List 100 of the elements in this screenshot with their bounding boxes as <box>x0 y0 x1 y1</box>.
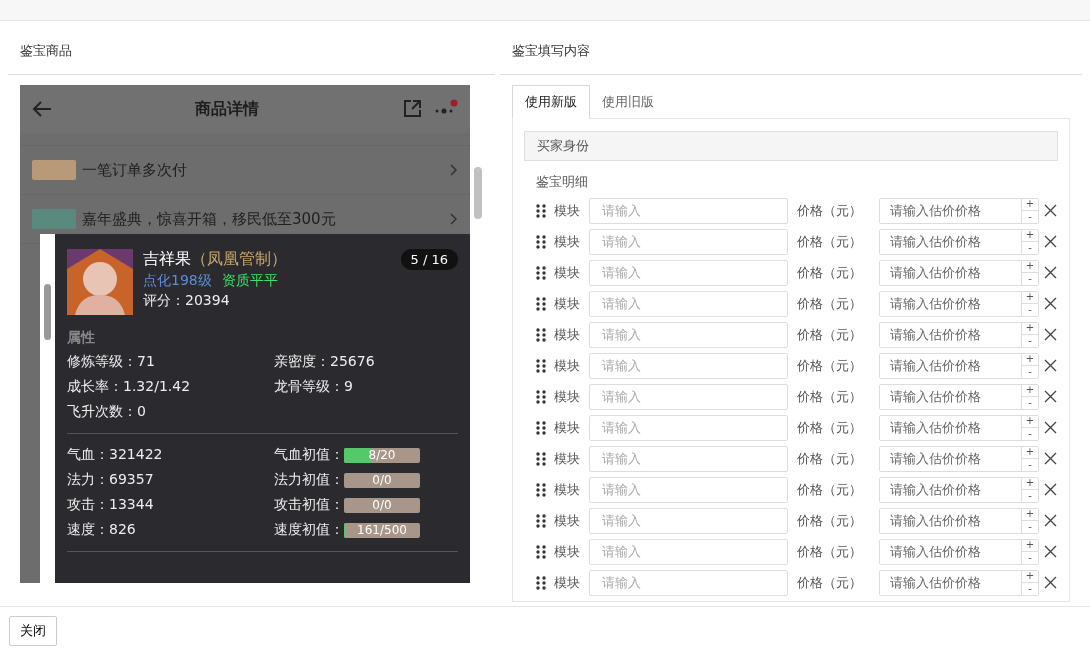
section-header: 买家身份 <box>524 131 1058 161</box>
field-label: 价格（元） <box>796 573 863 592</box>
module-input[interactable]: 请输入 <box>589 414 788 441</box>
close-icon[interactable] <box>1044 514 1057 527</box>
attribute-text: 飞升次数：0 <box>67 403 147 421</box>
price-input[interactable]: 请输入估价价格 + - <box>879 197 1039 224</box>
price-input[interactable]: 请输入估价价格 + - <box>879 259 1039 286</box>
module-input[interactable]: 请输入 <box>589 290 788 317</box>
decrement-button[interactable]: - <box>1022 551 1038 564</box>
decrement-button[interactable]: - <box>1022 210 1038 223</box>
field-label: 价格（元） <box>796 418 863 437</box>
drag-handle-icon[interactable] <box>536 482 546 497</box>
drag-handle-icon[interactable] <box>536 234 546 249</box>
drag-handle-icon[interactable] <box>536 451 546 466</box>
aptitude-bar: 0/0 <box>344 472 420 488</box>
close-icon[interactable] <box>1044 297 1057 310</box>
drag-handle-icon[interactable] <box>536 575 546 590</box>
close-button[interactable]: 关闭 <box>9 615 57 646</box>
field-label: 价格（元） <box>796 542 863 561</box>
decrement-button[interactable]: - <box>1022 582 1038 595</box>
module-input[interactable]: 请输入 <box>589 538 788 565</box>
field-label: 模块 <box>554 294 581 313</box>
price-input[interactable]: 请输入估价价格 + - <box>879 352 1039 379</box>
close-icon[interactable] <box>1044 545 1057 558</box>
drag-handle-icon[interactable] <box>536 296 546 311</box>
decrement-button[interactable]: - <box>1022 241 1038 254</box>
field-label: 模块 <box>554 511 581 530</box>
tab[interactable]: 使用新版 <box>512 85 590 119</box>
promo-text: 嘉年盛典，惊喜开箱，移民低至300元 <box>82 209 337 229</box>
field-label: 价格（元） <box>796 263 863 282</box>
decrement-button[interactable]: - <box>1022 520 1038 533</box>
module-input[interactable]: 请输入 <box>589 197 788 224</box>
share-icon <box>402 99 422 119</box>
price-input[interactable]: 请输入估价价格 + - <box>879 383 1039 410</box>
stat-text: 气血：321422 <box>67 446 164 464</box>
decrement-button[interactable]: - <box>1022 365 1038 378</box>
avatar-icon <box>67 249 133 315</box>
close-icon[interactable] <box>1044 576 1057 589</box>
drag-handle-icon[interactable] <box>536 544 546 559</box>
price-input[interactable]: 请输入估价价格 + - <box>879 507 1039 534</box>
price-input[interactable]: 请输入估价价格 + - <box>879 569 1039 596</box>
module-input[interactable]: 请输入 <box>589 569 788 596</box>
price-input[interactable]: 请输入估价价格 + - <box>879 321 1039 348</box>
stat-label: 法力初值： <box>274 471 344 489</box>
module-input[interactable]: 请输入 <box>589 445 788 472</box>
price-input[interactable]: 请输入估价价格 + - <box>879 414 1039 441</box>
module-input[interactable]: 请输入 <box>589 228 788 255</box>
field-label: 模块 <box>554 542 581 561</box>
close-icon[interactable] <box>1044 266 1057 279</box>
drag-handle-icon[interactable] <box>536 327 546 342</box>
drag-handle-icon[interactable] <box>536 203 546 218</box>
close-icon[interactable] <box>1044 421 1057 434</box>
module-input[interactable]: 请输入 <box>589 321 788 348</box>
section-label: 鉴宝明细 <box>535 173 589 191</box>
tab[interactable]: 使用旧版 <box>590 85 666 119</box>
aptitude-bar: 161/500 <box>344 522 420 538</box>
decrement-button[interactable]: - <box>1022 396 1038 409</box>
field-label: 价格（元） <box>796 325 863 344</box>
price-input[interactable]: 请输入估价价格 + - <box>879 228 1039 255</box>
field-label: 模块 <box>554 449 581 468</box>
drag-handle-icon[interactable] <box>536 420 546 435</box>
drag-handle-icon[interactable] <box>536 358 546 373</box>
module-input[interactable]: 请输入 <box>589 383 788 410</box>
price-input[interactable]: 请输入估价价格 + - <box>879 476 1039 503</box>
decrement-button[interactable]: - <box>1022 303 1038 316</box>
price-input[interactable]: 请输入估价价格 + - <box>879 538 1039 565</box>
field-label: 模块 <box>554 232 581 251</box>
score-text: 评分：20394 <box>143 292 231 310</box>
field-label: 模块 <box>554 573 581 592</box>
decrement-button[interactable]: - <box>1022 427 1038 440</box>
close-icon[interactable] <box>1044 204 1057 217</box>
aptitude-bar: 0/0 <box>344 497 420 513</box>
decrement-button[interactable]: - <box>1022 334 1038 347</box>
price-input[interactable]: 请输入估价价格 + - <box>879 445 1039 472</box>
panel-title: 鉴宝填写内容 <box>512 42 590 60</box>
attribute-text: 修炼等级：71 <box>67 353 156 371</box>
stat-text: 速度：826 <box>67 521 137 539</box>
field-label: 模块 <box>554 387 581 406</box>
field-label: 价格（元） <box>796 294 863 313</box>
decrement-button[interactable]: - <box>1022 272 1038 285</box>
drag-handle-icon[interactable] <box>536 389 546 404</box>
drag-handle-icon[interactable] <box>536 265 546 280</box>
close-icon[interactable] <box>1044 483 1057 496</box>
close-icon[interactable] <box>1044 359 1057 372</box>
attribute-text: 成长率：1.32/1.42 <box>67 378 192 396</box>
drag-handle-icon[interactable] <box>536 513 546 528</box>
decrement-button[interactable]: - <box>1022 489 1038 502</box>
close-icon[interactable] <box>1044 390 1057 403</box>
price-input[interactable]: 请输入估价价格 + - <box>879 290 1039 317</box>
decrement-button[interactable]: - <box>1022 458 1038 471</box>
module-input[interactable]: 请输入 <box>589 352 788 379</box>
module-input[interactable]: 请输入 <box>589 259 788 286</box>
module-input[interactable]: 请输入 <box>589 507 788 534</box>
close-icon[interactable] <box>1044 235 1057 248</box>
module-input[interactable]: 请输入 <box>589 476 788 503</box>
stat-label: 速度初值： <box>274 521 344 539</box>
close-icon[interactable] <box>1044 452 1057 465</box>
attribute-text: 龙骨等级：9 <box>274 378 354 396</box>
close-icon[interactable] <box>1044 328 1057 341</box>
field-label: 模块 <box>554 325 581 344</box>
